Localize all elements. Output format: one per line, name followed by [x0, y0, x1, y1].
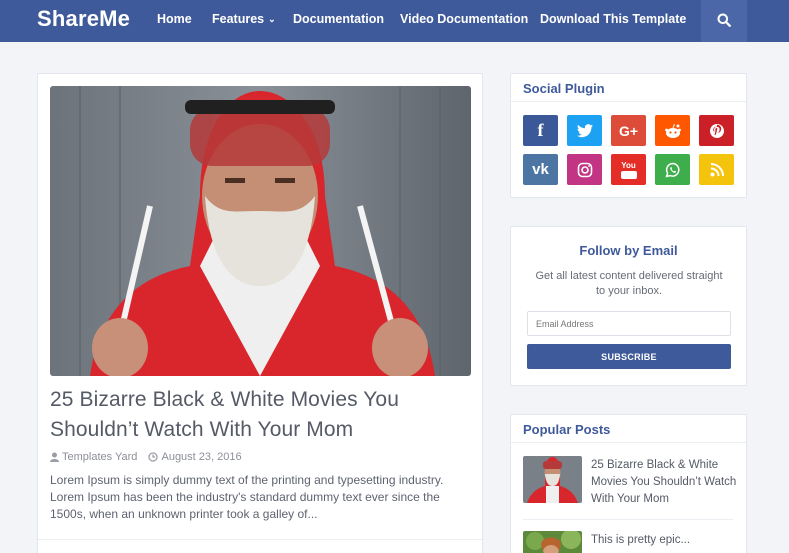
popular-post-title[interactable]: This is pretty epic...	[591, 532, 737, 549]
popular-post-thumbnail[interactable]	[523, 456, 582, 503]
social-plugin-widget: Social Plugin f G+ vk You	[510, 73, 747, 198]
popular-posts-widget: Popular Posts 25 Bizarre Black & White M…	[510, 414, 747, 553]
nav-features[interactable]: Features ⌄	[212, 12, 276, 26]
nav-home[interactable]: Home	[157, 12, 192, 26]
popular-post-thumbnail[interactable]	[523, 531, 582, 553]
follow-by-email-widget: Follow by Email Get all latest content d…	[510, 226, 747, 386]
post-title[interactable]: 25 Bizarre Black & White Movies You Shou…	[50, 385, 471, 445]
nav-documentation[interactable]: Documentation	[293, 12, 384, 26]
nav-features-label: Features	[212, 12, 265, 26]
nav-download-template[interactable]: Download This Template	[540, 12, 686, 26]
post-author[interactable]: Templates Yard	[50, 451, 137, 463]
popular-divider	[523, 519, 733, 520]
nav-video-documentation[interactable]: Video Documentation	[400, 12, 528, 26]
search-button[interactable]	[701, 0, 747, 42]
google-plus-icon[interactable]: G+	[611, 115, 646, 146]
twitter-icon[interactable]	[567, 115, 602, 146]
follow-description: Get all latest content delivered straigh…	[535, 270, 723, 297]
facebook-icon[interactable]: f	[523, 115, 558, 146]
widget-title-social: Social Plugin	[523, 81, 605, 96]
post-meta: Templates Yard August 23, 2016	[50, 451, 242, 465]
post-date: August 23, 2016	[148, 451, 242, 463]
email-address-input[interactable]	[527, 311, 731, 336]
post-featured-image[interactable]	[50, 86, 471, 376]
post-excerpt: Lorem Ipsum is simply dummy text of the …	[50, 473, 444, 521]
post-author-name: Templates Yard	[62, 451, 138, 463]
pinterest-icon[interactable]	[699, 115, 734, 146]
reddit-icon[interactable]	[655, 115, 690, 146]
card-divider	[38, 539, 482, 540]
widget-divider	[511, 442, 746, 443]
user-icon	[50, 452, 59, 462]
rss-icon[interactable]	[699, 154, 734, 185]
subscribe-button[interactable]: SUBSCRIBE	[527, 344, 731, 369]
chevron-down-icon: ⌄	[268, 14, 276, 24]
widget-title-popular: Popular Posts	[523, 422, 611, 437]
top-navbar: ShareMe Home Features ⌄ Documentation Vid…	[0, 0, 789, 42]
site-logo[interactable]: ShareMe	[37, 6, 130, 32]
search-icon	[717, 13, 731, 27]
post-date-text: August 23, 2016	[161, 451, 242, 463]
follow-title: Follow by Email	[579, 243, 678, 258]
featured-post-card: 25 Bizarre Black & White Movies You Shou…	[37, 73, 483, 553]
popular-post-title[interactable]: 25 Bizarre Black & White Movies You Shou…	[591, 457, 737, 508]
whatsapp-icon[interactable]	[655, 154, 690, 185]
clock-icon	[148, 452, 159, 462]
youtube-icon[interactable]: You	[611, 154, 646, 185]
widget-divider	[511, 101, 746, 102]
instagram-icon[interactable]	[567, 154, 602, 185]
vk-icon[interactable]: vk	[523, 154, 558, 185]
